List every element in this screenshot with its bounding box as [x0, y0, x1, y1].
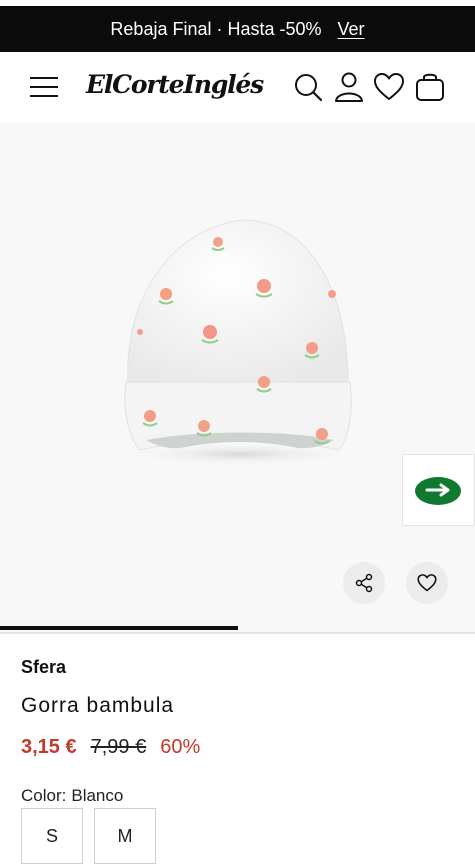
product-brand[interactable]: Sfera: [21, 657, 66, 678]
color-value: Blanco: [71, 786, 124, 805]
price-original: 7,99 €: [90, 736, 147, 758]
promo-bar: Rebaja Final · Hasta -50% Ver: [0, 6, 475, 52]
share-icon: [355, 573, 373, 593]
color-label: Color:: [21, 786, 67, 805]
menu-icon[interactable]: [30, 74, 60, 100]
discount-badge: 60%: [160, 736, 201, 758]
product-title: Gorra bambula: [21, 694, 175, 717]
color-selector-label: Color: Blanco: [21, 786, 123, 806]
product-gallery[interactable]: [0, 122, 475, 632]
gallery-progress-fill: [0, 626, 238, 630]
logo[interactable]: ElCorteInglés: [86, 70, 264, 99]
promo-link[interactable]: Ver: [338, 19, 365, 40]
user-icon[interactable]: [332, 70, 366, 104]
heart-icon[interactable]: [372, 70, 406, 104]
wishlist-button[interactable]: [406, 562, 448, 604]
search-icon[interactable]: [291, 70, 325, 104]
share-button[interactable]: [343, 562, 385, 604]
promo-text: Rebaja Final · Hasta -50%: [110, 18, 322, 39]
heart-icon: [417, 574, 437, 592]
price-row: 3,15 € 7,99 € 60%: [21, 736, 200, 759]
product-image: [120, 219, 360, 466]
size-option-s[interactable]: S: [21, 808, 83, 864]
side-widget[interactable]: [402, 454, 475, 526]
gallery-progress-track: [0, 632, 475, 634]
green-arrow-icon: [414, 477, 461, 505]
size-option-m[interactable]: M: [94, 808, 156, 864]
header: ElCorteInglés: [0, 52, 475, 122]
price-current: 3,15 €: [21, 736, 77, 758]
bag-icon[interactable]: [413, 70, 447, 104]
